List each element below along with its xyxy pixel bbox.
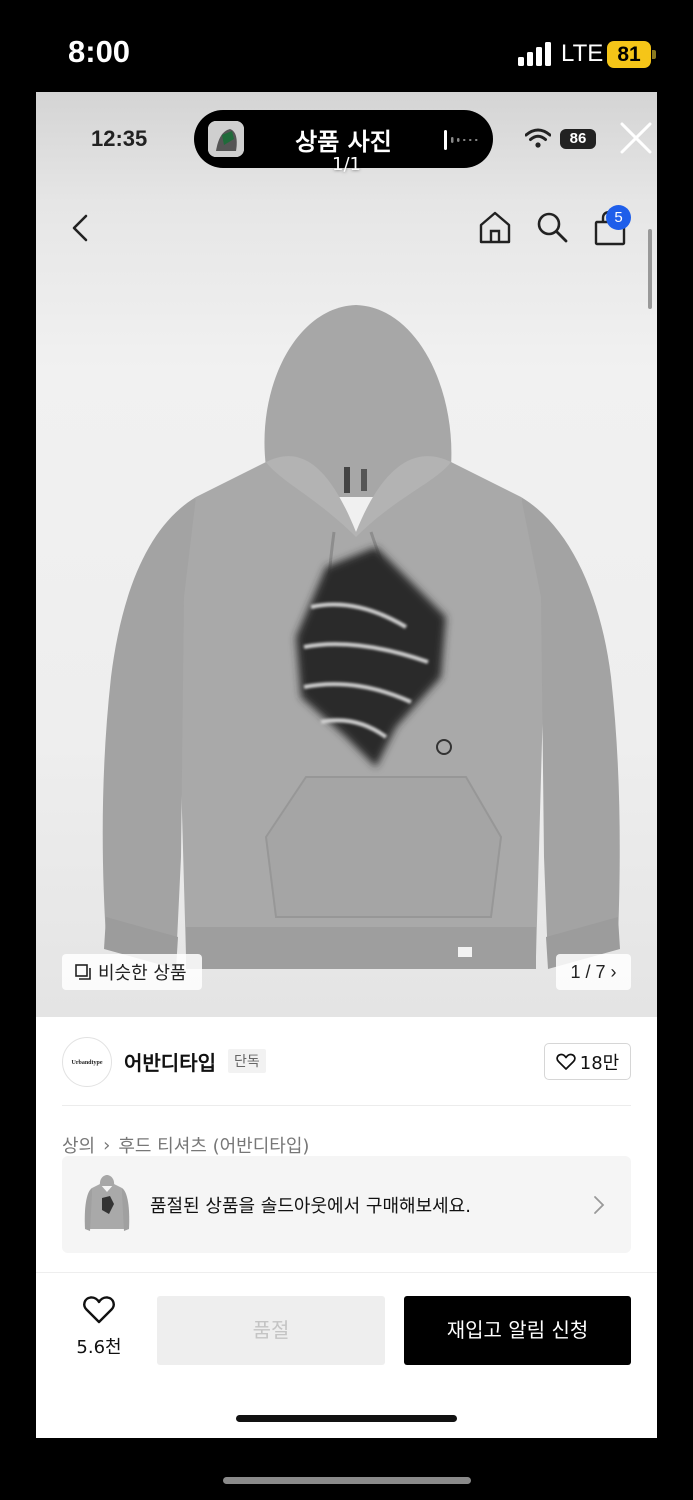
waveform-icon [444,130,478,150]
similar-icon [75,964,91,980]
wishlist-count: 5.6천 [76,1337,122,1358]
outer-time: 8:00 [68,34,131,69]
brand-name[interactable]: 어반디타입 [124,1047,216,1076]
wishlist-button[interactable]: 5.6천 [68,1295,130,1359]
restock-alert-button[interactable]: 재입고 알림 신청 [404,1296,631,1365]
cart-badge: 5 [606,205,631,230]
close-icon[interactable] [618,120,654,156]
brand-like-button[interactable]: 18만 [544,1043,631,1080]
inner-battery-icon: 86 [560,129,596,149]
inner-time: 12:35 [91,126,148,151]
chevron-right-icon [594,1196,605,1214]
outer-home-indicator[interactable] [223,1477,471,1484]
similar-products-button[interactable]: 비슷한 상품 [62,954,202,990]
breadcrumb: 상의 › 후드 티셔츠 (어반디타입) [62,1132,309,1158]
battery-cap [652,50,656,59]
brand-like-count: 18만 [579,1052,620,1074]
soldout-banner[interactable]: 품절된 상품을 솔드아웃에서 구매해보세요. [62,1156,631,1253]
gallery-page-counter[interactable]: 1 / 7 › [556,954,631,990]
bottom-action-bar: 5.6천 품절 재입고 알림 신청 [36,1272,657,1438]
divider [62,1105,631,1106]
network-label: LTE [561,40,604,67]
outer-status-bar: 8:00 LTE 81 [0,0,693,92]
viewer-counter: 1/1 [332,154,361,175]
search-icon[interactable] [533,208,571,246]
breadcrumb-item-category[interactable]: 상의 [62,1132,95,1158]
hoodie-image[interactable] [66,297,631,997]
scrollbar[interactable] [648,229,652,309]
brand-logo[interactable]: Urbandtype [62,1037,112,1087]
brand-row: Urbandtype 어반디타입 단독 18만 [36,1017,657,1105]
similar-products-label: 비슷한 상품 [98,963,187,984]
product-photo: 12:35 상품 사진 1/1 86 5 비슷한 상품 1 / 7 › [36,92,657,1017]
heart-icon [83,1296,115,1324]
screenshot-viewer: 12:35 상품 사진 1/1 86 5 비슷한 상품 1 / 7 › Urba… [36,92,657,1438]
wifi-icon [525,128,551,148]
gallery-page-counter-text: 1 / 7 [570,962,606,982]
heart-icon [556,1053,576,1070]
inner-home-indicator[interactable] [236,1415,457,1422]
soldout-button[interactable]: 품절 [157,1296,385,1365]
battery-icon: 81 [607,41,651,68]
breadcrumb-item-subcategory[interactable]: 후드 티셔츠 (어반디타입) [118,1132,309,1158]
home-icon[interactable] [476,208,514,246]
back-icon[interactable] [66,210,94,246]
chevron-right-icon: › [610,962,617,982]
product-thumbnail [84,1175,130,1231]
exclusive-badge: 단독 [228,1049,266,1073]
chevron-right-icon: › [103,1134,111,1156]
signal-icon [518,42,554,66]
soldout-banner-text: 품절된 상품을 솔드아웃에서 구매해보세요. [150,1196,471,1217]
